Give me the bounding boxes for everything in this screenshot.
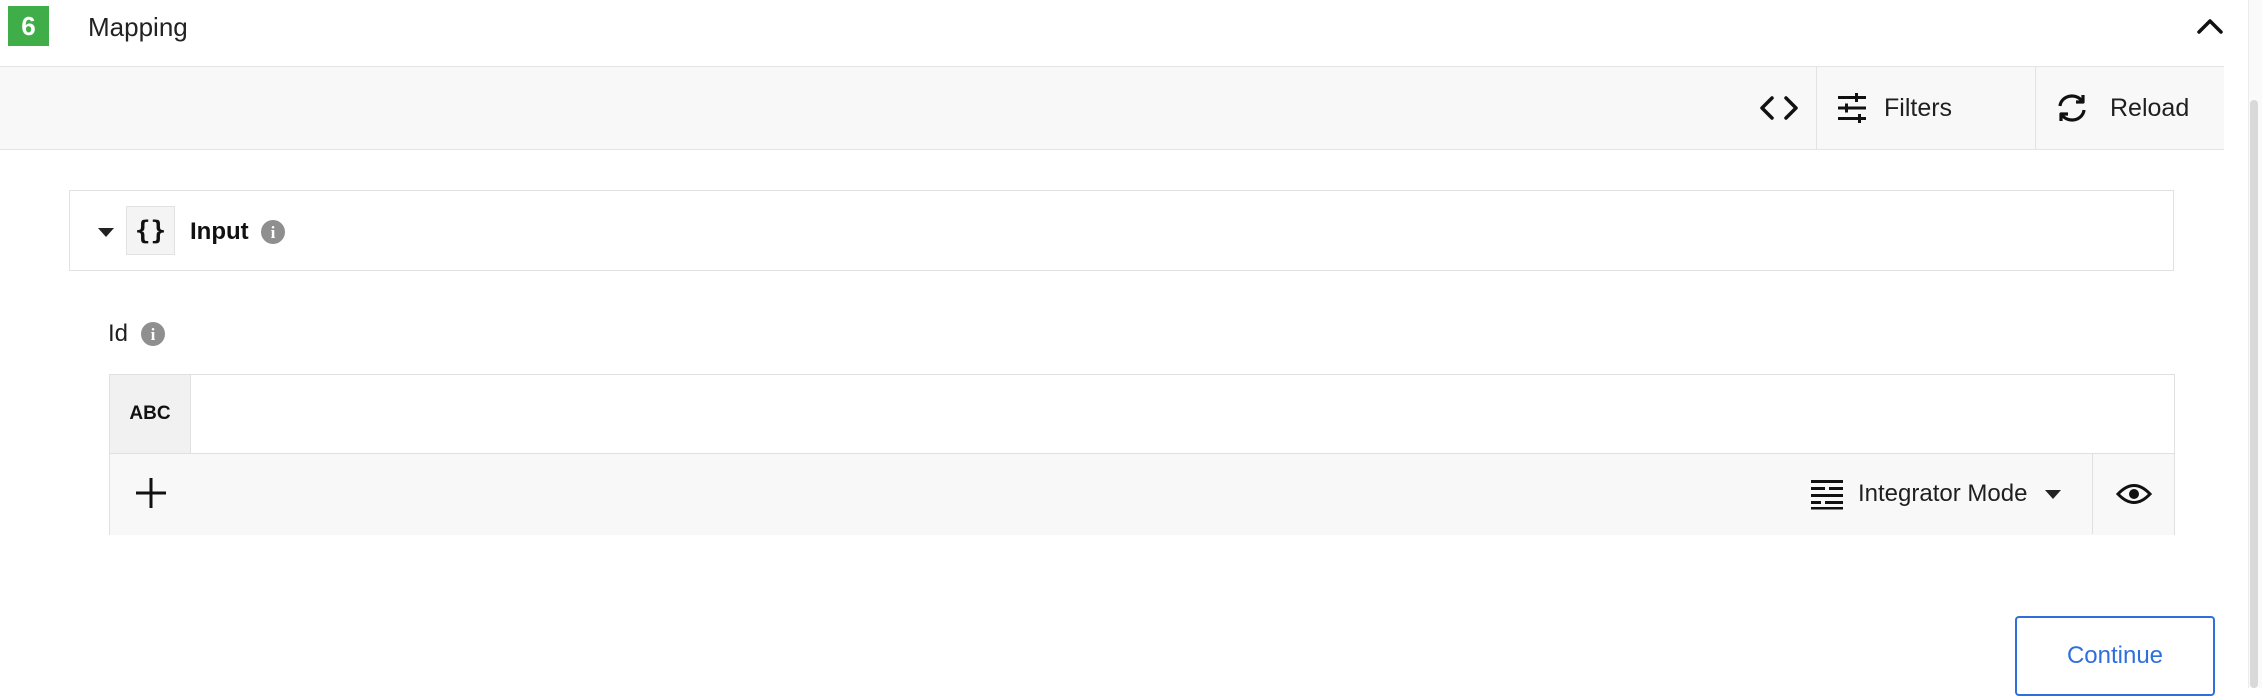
step-title: Mapping [88, 12, 188, 42]
collapse-section-button[interactable] [2188, 8, 2232, 44]
step-number-badge: 6 [8, 6, 49, 46]
object-braces-icon: {} [126, 206, 175, 255]
dropdown-caret-icon [2045, 489, 2062, 499]
toolbar-divider [1816, 67, 1817, 149]
footer-divider [2092, 453, 2093, 534]
add-button[interactable] [128, 470, 174, 516]
preview-button[interactable] [2110, 472, 2158, 516]
id-input[interactable] [191, 375, 2174, 453]
continue-button[interactable]: Continue [2015, 616, 2215, 696]
plus-icon [136, 478, 166, 508]
reload-button[interactable]: Reload [2054, 67, 2189, 149]
code-brackets-icon [1760, 96, 1798, 120]
tune-sliders-icon [1838, 93, 1866, 123]
reload-icon [2058, 94, 2086, 122]
filters-button[interactable]: Filters [1836, 67, 1952, 149]
text-lines-icon [1811, 480, 1843, 510]
mapping-toolbar: Filters Reload [0, 66, 2224, 150]
reload-label: Reload [2110, 93, 2190, 122]
toolbar-divider [2035, 67, 2036, 149]
eye-icon [2116, 484, 2152, 504]
input-panel-title: Input [190, 218, 249, 245]
scrollbar-thumb[interactable] [2250, 100, 2258, 688]
integrator-mode-dropdown[interactable]: Integrator Mode [1810, 472, 2062, 516]
chevron-up-icon [2197, 19, 2223, 34]
integrator-mode-label: Integrator Mode [1858, 480, 2028, 507]
info-icon[interactable]: i [261, 220, 285, 244]
code-view-button[interactable] [1748, 67, 1810, 149]
expand-caret-icon[interactable] [98, 228, 114, 237]
info-icon[interactable]: i [141, 322, 165, 346]
string-type-badge: ABC [110, 375, 191, 453]
filters-label: Filters [1884, 93, 1953, 122]
id-field-label: Id [108, 320, 129, 347]
input-schema-panel [69, 190, 2174, 271]
